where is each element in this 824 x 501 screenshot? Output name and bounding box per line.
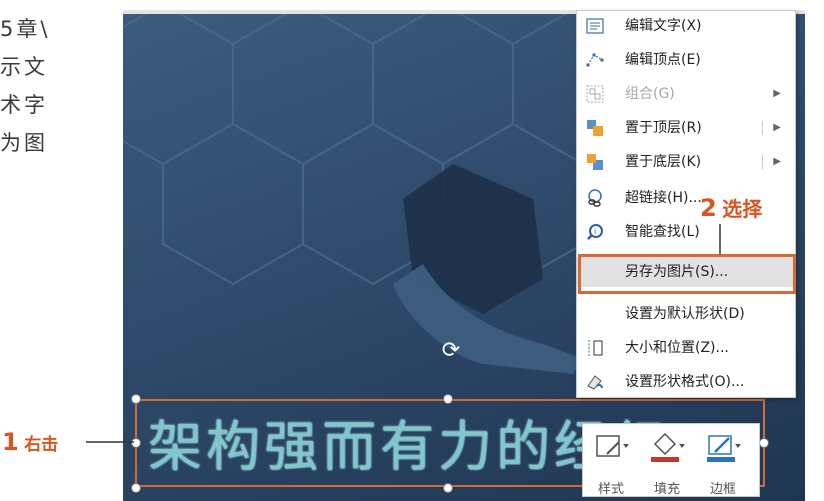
step1-callout: 1 右击 xyxy=(2,428,58,456)
submenu-arrow-icon: ▶ xyxy=(773,122,781,133)
menu-item-edit-text[interactable]: 编辑文字(X) xyxy=(577,11,795,41)
menu-item-format-shape[interactable]: 设置形状格式(O)... xyxy=(577,367,795,397)
menu-separator xyxy=(762,121,763,135)
hyperlink-icon xyxy=(588,189,602,207)
menu-item-edit-points[interactable]: 编辑顶点(E) xyxy=(577,45,795,75)
bring-to-front-icon xyxy=(587,120,603,136)
side-text-line: 5章\ xyxy=(0,17,51,41)
submenu-arrow-icon: ▶ xyxy=(773,88,781,99)
side-text-line: 为图 xyxy=(0,131,48,155)
side-text-line: 示文 xyxy=(0,55,48,79)
menu-item-label: 设置形状格式(O)... xyxy=(625,374,745,390)
menu-item-label: 大小和位置(Z)... xyxy=(625,340,729,356)
step2-pointer-line xyxy=(719,224,721,254)
edit-points-icon xyxy=(586,53,604,67)
menu-item-set-default-shape[interactable]: 设置为默认形状(D) xyxy=(577,299,795,329)
resize-handle[interactable] xyxy=(443,394,453,404)
step1-text: 右击 xyxy=(24,435,59,455)
step1-pointer-line xyxy=(86,441,134,443)
style-icon xyxy=(596,435,629,457)
pen-outline-icon xyxy=(707,435,741,462)
smart-lookup-icon: i xyxy=(587,224,603,240)
step1-number: 1 xyxy=(2,428,19,456)
menu-item-group[interactable]: 组合(G) ▶ xyxy=(577,79,795,109)
menu-item-label: 设置为默认形状(D) xyxy=(625,306,745,322)
send-to-back-icon xyxy=(587,154,603,170)
menu-item-smart-lookup[interactable]: i 智能查找(L) xyxy=(577,217,795,247)
step2-callout: 2 选择 xyxy=(700,193,762,222)
format-shape-icon xyxy=(587,375,603,390)
resize-handle[interactable] xyxy=(131,483,141,493)
style-button[interactable] xyxy=(589,430,633,464)
resize-handle[interactable] xyxy=(759,438,769,448)
style-label: 样式 xyxy=(597,482,624,497)
fill-button[interactable] xyxy=(645,430,689,464)
side-document-text: 5章\ 示文 术字 为图 xyxy=(0,10,80,162)
menu-separator xyxy=(762,155,763,169)
group-icon xyxy=(586,85,604,103)
paint-bucket-icon xyxy=(651,432,685,462)
menu-item-hyperlink[interactable]: 超链接(H)... xyxy=(577,183,795,213)
edit-text-icon xyxy=(586,18,604,34)
resize-handle[interactable] xyxy=(131,394,141,404)
submenu-arrow-icon: ▶ xyxy=(773,156,781,167)
step2-number: 2 xyxy=(700,194,717,222)
resize-handle[interactable] xyxy=(443,483,453,493)
rotate-handle-icon[interactable]: ⟳ xyxy=(438,338,464,364)
menu-item-label: 编辑文字(X) xyxy=(625,18,702,34)
outline-button[interactable] xyxy=(701,430,745,464)
mini-toolbar: 样式 填充 边框 xyxy=(582,423,760,497)
menu-item-bring-to-front[interactable]: 置于顶层(R) ▶ xyxy=(577,113,795,143)
menu-item-send-to-back[interactable]: 置于底层(K) ▶ xyxy=(577,147,795,177)
fill-label: 填充 xyxy=(653,482,680,497)
menu-item-label: 组合(G) xyxy=(625,86,675,102)
step2-text: 选择 xyxy=(722,197,763,221)
context-menu: 编辑文字(X) 编辑顶点(E) 组合(G) ▶ 置于顶层(R) ▶ 置于底层(K… xyxy=(576,10,796,398)
side-text-line: 术字 xyxy=(0,93,48,117)
menu-item-label: 超链接(H)... xyxy=(625,190,702,206)
menu-item-label: 置于底层(K) xyxy=(625,154,702,170)
menu-item-label: 智能查找(L) xyxy=(625,224,700,240)
menu-item-label: 置于顶层(R) xyxy=(625,120,702,136)
size-position-icon xyxy=(588,340,603,356)
svg-text:i: i xyxy=(594,227,596,236)
menu-item-label: 编辑顶点(E) xyxy=(625,52,701,68)
menu-item-size-position[interactable]: 大小和位置(Z)... xyxy=(577,333,795,363)
outline-label: 边框 xyxy=(709,482,736,497)
highlight-box xyxy=(578,254,796,294)
